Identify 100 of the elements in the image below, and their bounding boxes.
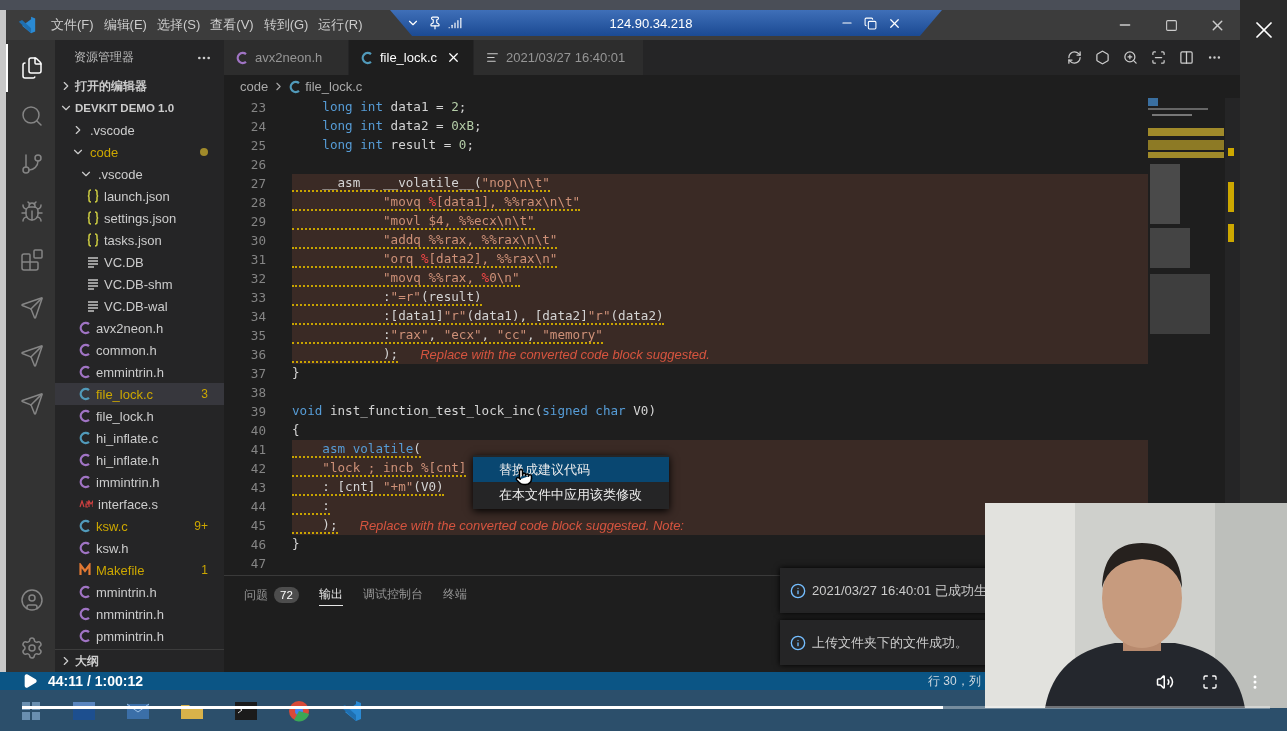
file-item[interactable]: immintrin.h (55, 471, 224, 493)
line-number: 30 (249, 233, 266, 248)
line-number: 26 (249, 157, 266, 172)
c-file-icon (79, 343, 91, 357)
play-icon[interactable] (22, 673, 38, 689)
line-number: 46 (249, 537, 266, 552)
line-number: 44 (249, 499, 266, 514)
line-number: 28 (249, 195, 266, 210)
panel-tab[interactable]: 终端 (442, 584, 467, 606)
code-line: void inst_function_test_lock_inc(signed char V0) (292, 403, 656, 420)
file-item[interactable]: settings.json (55, 207, 224, 229)
braces-icon (87, 211, 99, 225)
file-item[interactable]: interface.s (55, 493, 224, 515)
c-file-icon (79, 475, 91, 489)
file-item[interactable]: common.h (55, 339, 224, 361)
c-file-icon (79, 453, 91, 467)
c-file-icon (79, 585, 91, 599)
editor-tab[interactable]: avx2neon.h (224, 40, 349, 75)
close-icon[interactable] (446, 50, 461, 65)
maximize-icon[interactable] (1164, 18, 1178, 32)
file-item[interactable]: file_lock.c 3 (55, 383, 224, 405)
code-line: { (292, 422, 300, 439)
editor-tab[interactable]: file_lock.c (349, 40, 474, 75)
line-number: 45 (249, 518, 266, 533)
braces-icon (87, 233, 99, 247)
file-item[interactable]: VC.DB-shm (55, 273, 224, 295)
hexagon-icon[interactable] (1095, 50, 1110, 65)
panel-tab[interactable]: 输出 (318, 584, 343, 606)
diagnostic-message: Replace with the converted code block suggested. Note: (359, 518, 684, 533)
file-item[interactable]: Makefile 1 (55, 559, 224, 581)
menu-item[interactable]: 选择(S) (151, 16, 206, 34)
code-line: long int data2 = 0xB; (321, 118, 482, 135)
assembly-icon (79, 500, 93, 508)
file-item[interactable]: avx2neon.h (55, 317, 224, 339)
menu-item[interactable]: 编辑(E) (98, 16, 152, 34)
section-header[interactable]: 打开的编辑器 (55, 75, 224, 97)
code-line: long int result = 0; (321, 137, 474, 154)
code-line: ); (292, 517, 338, 534)
fullscreen-icon[interactable] (1202, 674, 1218, 690)
host-address: 124.90.34.218 (609, 15, 693, 31)
lines-icon (87, 277, 99, 291)
problem-count: 3 (201, 387, 208, 401)
panel-tab[interactable]: 问题 72 (244, 584, 299, 607)
folder-item[interactable]: code (55, 141, 224, 163)
c-file-icon (361, 50, 373, 65)
panel-tab[interactable]: 调试控制台 (362, 584, 423, 606)
info-icon (790, 634, 806, 651)
line-number: 42 (249, 461, 266, 476)
c-file-icon (79, 541, 91, 555)
pin-icon[interactable] (428, 16, 442, 30)
info-icon (790, 582, 806, 599)
problem-count: 1 (201, 563, 208, 577)
app-logo-icon (18, 16, 36, 34)
cursor-position[interactable]: 行 30，列 (928, 672, 981, 690)
file-item[interactable]: ksw.c 9+ (55, 515, 224, 537)
zoom-icon[interactable] (1123, 50, 1138, 65)
folder-item[interactable]: .vscode (55, 119, 224, 141)
c-file-icon (79, 365, 91, 379)
refresh-icon[interactable] (1067, 50, 1082, 65)
code-line: long int data1 = 2; (321, 99, 467, 116)
file-item[interactable]: emmintrin.h (55, 361, 224, 383)
file-item[interactable]: hi_inflate.h (55, 449, 224, 471)
menu-item[interactable]: 在本文件中应用该类修改 (473, 482, 669, 507)
line-number: 23 (249, 100, 266, 115)
menu-item[interactable]: 运行(R) (313, 16, 368, 34)
file-item[interactable]: launch.json (55, 185, 224, 207)
line-number: 35 (249, 328, 266, 343)
scan-icon[interactable] (1151, 50, 1166, 65)
menu-item[interactable]: 文件(F) (46, 16, 99, 34)
file-item[interactable]: VC.DB-wal (55, 295, 224, 317)
menu-item[interactable]: 查看(V) (205, 16, 259, 34)
c-file-icon (79, 387, 91, 401)
section-header[interactable]: DEVKIT DEMO 1.0 (55, 97, 224, 119)
file-item[interactable]: mmintrin.h (55, 581, 224, 603)
line-number: 29 (249, 214, 266, 229)
breadcrumb-item[interactable]: code (240, 79, 269, 94)
file-item[interactable]: file_lock.h (55, 405, 224, 427)
restore-icon[interactable] (864, 16, 877, 30)
notification-text: 2021/03/27 16:40:01 已成功生 (812, 581, 987, 600)
lines-icon (486, 51, 499, 64)
count-badge: 72 (274, 587, 299, 603)
volume-icon[interactable] (1156, 673, 1174, 691)
lines-icon (87, 255, 99, 269)
line-number: 33 (249, 290, 266, 305)
line-number: 47 (249, 556, 266, 571)
file-item[interactable]: tasks.json (55, 229, 224, 251)
split-editor-icon[interactable] (1179, 50, 1194, 65)
file-item[interactable]: pmmintrin.h (55, 625, 224, 647)
c-file-icon (79, 431, 91, 445)
file-item[interactable]: VC.DB (55, 251, 224, 273)
file-item[interactable]: hi_inflate.c (55, 427, 224, 449)
progress-bar[interactable] (22, 706, 1270, 709)
line-number: 40 (249, 423, 266, 438)
editor-tab[interactable]: 2021/03/27 16:40:01 (474, 40, 644, 75)
sidebar-title: 资源管理器 (74, 50, 134, 65)
folder-item[interactable]: .vscode (55, 163, 224, 185)
file-item[interactable]: ksw.h (55, 537, 224, 559)
menu-item[interactable]: 转到(G) (258, 16, 314, 34)
file-item[interactable]: nmmintrin.h (55, 603, 224, 625)
breadcrumb-item[interactable]: file_lock.c (305, 79, 363, 94)
